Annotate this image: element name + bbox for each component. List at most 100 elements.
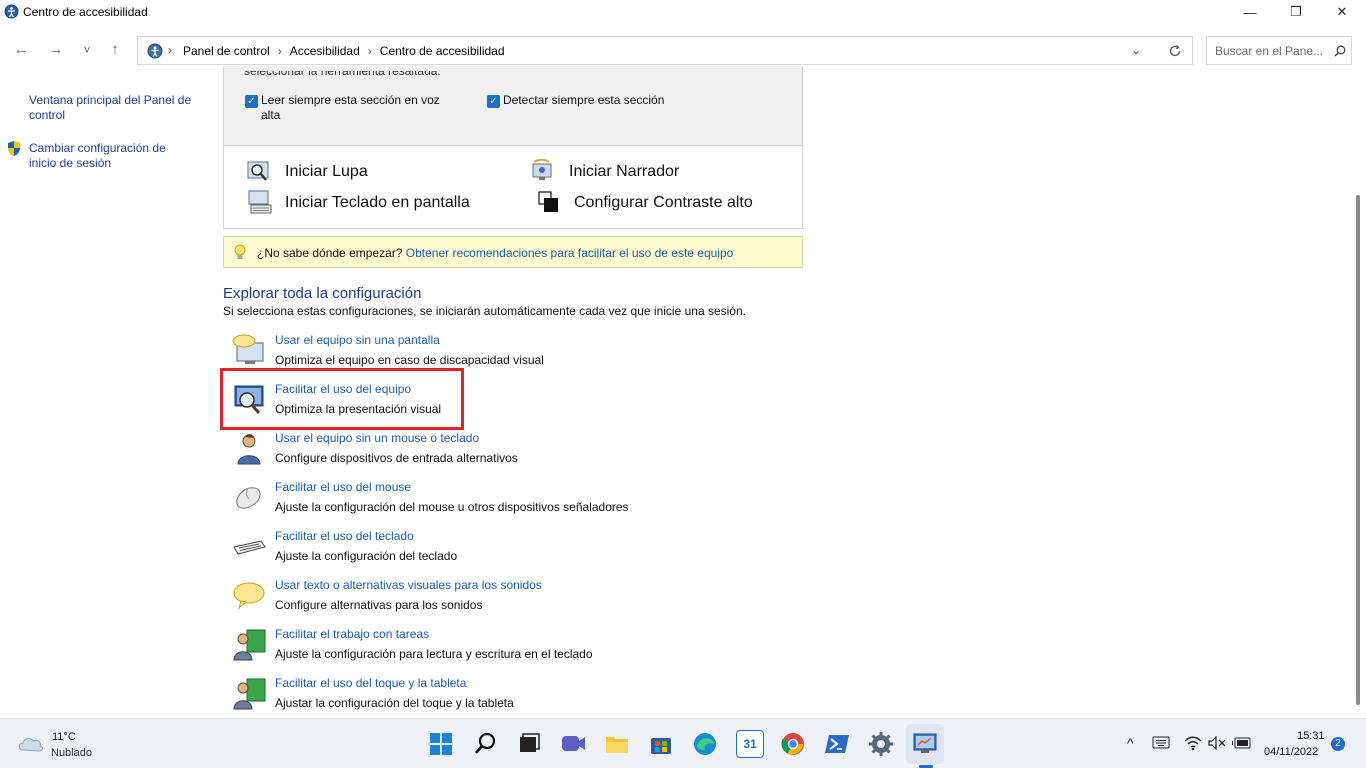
refresh-icon[interactable] — [1168, 44, 1182, 58]
set-high-contrast-link[interactable]: Configurar Contraste alto — [574, 194, 753, 212]
list-item: Facilitar el uso del toque y la tableta … — [231, 676, 791, 722]
quick-access-panel: seleccionar la herramienta resaltada. ✓ … — [223, 66, 803, 146]
back-arrow-icon: ← — [13, 41, 29, 58]
forward-button[interactable]: → — [45, 40, 67, 60]
forward-arrow-icon: → — [48, 41, 64, 58]
shield-icon — [8, 141, 20, 156]
control-panel-icon — [147, 43, 163, 59]
wifi-icon[interactable] — [1184, 735, 1202, 751]
read-aloud-checkbox[interactable]: ✓ — [245, 95, 258, 108]
chat-icon[interactable] — [559, 730, 587, 758]
volume-muted-icon[interactable] — [1208, 736, 1226, 750]
start-on-screen-keyboard-link[interactable]: Iniciar Teclado en pantalla — [285, 194, 470, 212]
store-icon[interactable] — [647, 730, 675, 758]
address-dropdown-icon[interactable]: ⌄ — [1131, 43, 1141, 57]
file-explorer-icon[interactable] — [603, 730, 631, 758]
settings-gear-icon[interactable] — [867, 730, 895, 758]
tip-question: ¿No sabe dónde empezar? — [257, 246, 403, 260]
user-icon — [237, 434, 261, 465]
item-description: Optimiza el equipo en caso de discapacid… — [275, 353, 544, 367]
chrome-icon[interactable] — [779, 730, 807, 758]
user-tablet-icon — [233, 678, 266, 710]
edge-icon[interactable] — [691, 730, 719, 758]
windows-start-icon[interactable] — [427, 730, 455, 758]
calendar-icon[interactable]: 31 — [736, 730, 764, 758]
scrollbar-thumb[interactable] — [1356, 195, 1360, 705]
sidebar-item-control-panel-home[interactable]: Ventana principal del Panel de control — [29, 93, 199, 123]
task-view-icon[interactable] — [515, 730, 543, 758]
clock-time[interactable]: 15:31 — [1297, 730, 1325, 742]
text-visual-alternatives-link[interactable]: Usar texto o alternativas visuales para … — [275, 578, 542, 592]
battery-icon[interactable] — [1232, 736, 1252, 750]
minimize-button[interactable]: — — [1227, 0, 1273, 24]
back-button[interactable]: ← — [10, 40, 32, 60]
list-item: Facilitar el uso del mouse Ajuste la con… — [231, 480, 791, 526]
get-recommendations-link[interactable]: Obtener recomendaciones para facilitar e… — [406, 246, 734, 260]
search-box[interactable]: Buscar en el Pane... — [1206, 36, 1352, 65]
scan-section-label: Detectar siempre esta sección — [503, 93, 665, 107]
sidebar-item-logon-settings[interactable]: Cambiar configuración de inicio de sesió… — [29, 141, 189, 171]
keyboard-layout-icon[interactable] — [1152, 736, 1170, 750]
restore-button[interactable]: ❐ — [1273, 0, 1319, 24]
up-button[interactable]: ↑ — [104, 40, 126, 60]
chevron-down-icon: ˅ — [83, 43, 91, 57]
search-icon[interactable] — [472, 730, 500, 758]
search-icon[interactable] — [1334, 45, 1346, 57]
section-title: Explorar toda la configuración — [223, 285, 422, 302]
use-without-mouse-keyboard-link[interactable]: Usar el equipo sin un mouse o teclado — [275, 431, 479, 445]
speech-bubble-icon — [233, 582, 265, 610]
item-description: Configure alternativas para los sonidos — [275, 598, 483, 612]
restore-icon: ❐ — [1290, 4, 1302, 19]
item-description: Configure dispositivos de entrada altern… — [275, 451, 518, 465]
make-mouse-easier-link[interactable]: Facilitar el uso del mouse — [275, 480, 411, 494]
navigation-bar: ← → ˅ ↑ › Panel de control › Accesibilidad… — [0, 34, 1366, 66]
list-item: Usar texto o alternativas visuales para … — [231, 578, 791, 624]
weather-temperature[interactable]: 11°C — [52, 731, 76, 743]
address-bar[interactable]: › Panel de control › Accesibilidad › Centro … — [137, 36, 1193, 65]
keyboard-icon — [233, 540, 266, 555]
search-placeholder: Buscar en el Pane... — [1215, 44, 1324, 58]
start-narrator-link[interactable]: Iniciar Narrador — [569, 163, 679, 181]
monitor-speech-icon — [232, 334, 264, 364]
minimize-icon: — — [1243, 4, 1257, 20]
tip-banner: ¿No sabe dónde empezar? Obtener recomend… — [223, 236, 803, 268]
tools-box — [223, 145, 803, 229]
on-screen-keyboard-icon — [248, 190, 272, 214]
start-magnifier-link[interactable]: Iniciar Lupa — [285, 163, 368, 181]
cloud-icon[interactable] — [17, 733, 45, 753]
tray-chevron-icon[interactable]: ^ — [1127, 735, 1134, 751]
clipped-instruction-text: seleccionar la herramienta resaltada. — [244, 71, 441, 78]
close-icon: ✕ — [1336, 4, 1348, 19]
item-description: Ajustar la configuración del toque y la … — [275, 696, 514, 710]
breadcrumb-centro-de-accesibilidad[interactable]: Centro de accesibilidad — [380, 44, 505, 58]
lightbulb-icon — [234, 244, 246, 259]
make-keyboard-easier-link[interactable]: Facilitar el uso del teclado — [275, 529, 414, 543]
recent-locations-button[interactable]: ˅ — [76, 40, 98, 60]
chevron-right-icon: › — [168, 43, 172, 57]
make-touch-tablet-easier-link[interactable]: Facilitar el uso del toque y la tableta — [275, 676, 466, 690]
list-item: Usar el equipo sin un mouse o teclado Co… — [231, 431, 791, 477]
breadcrumb: Panel de control › Accesibilidad › Centro de… — [183, 44, 505, 58]
close-button[interactable]: ✕ — [1319, 0, 1365, 24]
list-item: Facilitar el trabajo con tareas Ajuste l… — [231, 627, 791, 673]
scan-section-checkbox[interactable]: ✓ — [487, 95, 500, 108]
taskbar: 11°C Nublado 31 ^ 15:31 04/11/2022 2 — [0, 718, 1366, 768]
highlight-box — [220, 368, 464, 430]
make-tasks-easier-link[interactable]: Facilitar el trabajo con tareas — [275, 627, 429, 641]
weather-description[interactable]: Nublado — [51, 747, 92, 759]
item-description: Ajuste la configuración para lectura y e… — [275, 647, 593, 661]
user-tasks-icon — [233, 629, 266, 661]
section-description: Si selecciona estas configuraciones, se … — [223, 304, 746, 318]
mouse-icon — [236, 487, 261, 509]
title-bar: Centro de accesibilidad — ❐ ✕ — [0, 0, 1366, 24]
powershell-icon[interactable] — [823, 730, 851, 758]
control-panel-icon[interactable] — [911, 730, 939, 758]
notification-badge[interactable]: 2 — [1331, 737, 1345, 751]
calendar-day: 31 — [743, 737, 757, 751]
up-arrow-icon: ↑ — [111, 41, 119, 58]
item-description: Ajuste la configuración del teclado — [275, 549, 458, 563]
breadcrumb-panel-de-control[interactable]: Panel de control — [183, 44, 270, 58]
clock-date[interactable]: 04/11/2022 — [1264, 746, 1318, 758]
use-without-display-link[interactable]: Usar el equipo sin una pantalla — [275, 333, 440, 347]
breadcrumb-accesibilidad[interactable]: Accesibilidad — [290, 44, 360, 58]
